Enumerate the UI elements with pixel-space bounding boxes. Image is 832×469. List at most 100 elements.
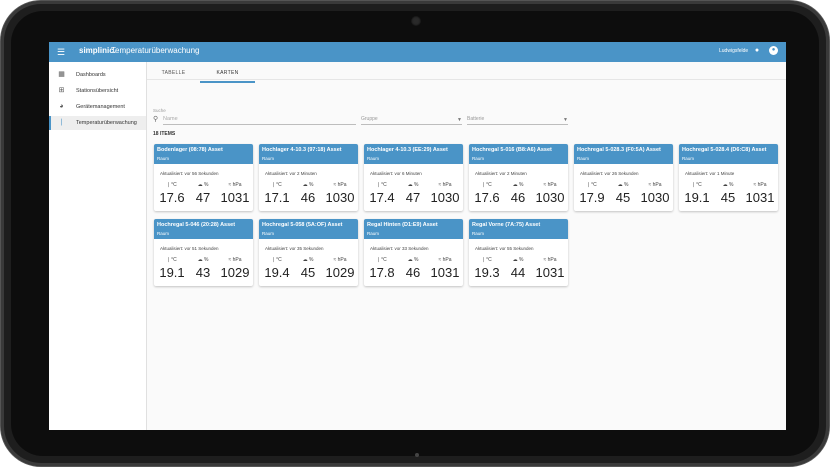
humidity-value: 45 <box>615 190 631 205</box>
pressure-value: 1030 <box>535 190 565 205</box>
humidity-value: 45 <box>720 190 736 205</box>
pressure-metric: ≈ hPa 1031 <box>535 256 565 282</box>
last-updated: Aktualisiert: vor 1 Minute <box>685 171 735 176</box>
lock-icon[interactable]: ● <box>752 46 762 56</box>
thermometer-icon: ∣ °C <box>377 257 387 263</box>
humidity-value: 46 <box>510 190 526 205</box>
humidity-value: 47 <box>195 190 211 205</box>
humidity-metric: ☁ % 47 <box>188 181 218 207</box>
last-updated: Aktualisiert: vor 33 Sekunden <box>370 246 429 251</box>
humidity-value: 46 <box>300 190 316 205</box>
card-subtitle: Raum <box>577 156 590 161</box>
pressure-metric: ≈ hPa 1030 <box>640 181 670 207</box>
card-title: Hochregal 5-016 (B8:A6) Asset <box>472 147 552 153</box>
temperature-metric: ∣ °C 19.4 <box>262 256 292 282</box>
humidity-value: 47 <box>405 190 421 205</box>
temperature-metric: ∣ °C 17.4 <box>367 181 397 207</box>
sidebar-item-label: Gerätemanagement <box>76 104 125 110</box>
sidebar-item-dashboards[interactable]: ▦ Dashboards <box>49 68 146 82</box>
humidity-icon: ☁ % <box>197 257 209 263</box>
last-updated: Aktualisiert: vor 2 Minuten <box>265 171 317 176</box>
humidity-metric: ☁ % 47 <box>398 181 428 207</box>
sensor-card[interactable]: Hochregal 5-016 (B8:A6) Asset Raum Aktuali… <box>469 144 568 211</box>
last-updated: Aktualisiert: vor 26 Sekunden <box>580 171 639 176</box>
temperature-value: 17.6 <box>159 190 185 205</box>
temp-unit: °C <box>381 182 387 188</box>
account-icon[interactable]: ● <box>769 46 778 55</box>
pressure-unit: hPa <box>337 182 347 188</box>
sidebar-item-temperature[interactable]: ∣ Temperaturüberwachung <box>49 116 146 130</box>
humidity-icon: ☁ % <box>302 182 314 188</box>
sensor-card[interactable]: Regal Vorne (7A:75) Asset Raum Aktualisier… <box>469 219 568 286</box>
humidity-unit: % <box>518 182 524 188</box>
temp-unit: °C <box>381 257 387 263</box>
pressure-value: 1031 <box>745 190 775 205</box>
temp-unit: °C <box>171 257 177 263</box>
humidity-icon: ☁ % <box>407 257 419 263</box>
search-input[interactable]: Name <box>163 116 356 125</box>
temperature-metric: ∣ °C 17.9 <box>577 181 607 207</box>
temperature-metric: ∣ °C 19.3 <box>472 256 502 282</box>
temp-unit: °C <box>276 182 282 188</box>
pressure-metric: ≈ hPa 1029 <box>325 256 355 282</box>
humidity-metric: ☁ % 45 <box>608 181 638 207</box>
temperature-value: 19.3 <box>474 265 500 280</box>
pressure-unit: hPa <box>337 257 347 263</box>
humidity-unit: % <box>623 182 629 188</box>
humidity-value: 44 <box>510 265 526 280</box>
pressure-metric: ≈ hPa 1031 <box>745 181 775 207</box>
sensor-card[interactable]: Hochlager 4-10.3 (EE:29) Asset Raum Aktual… <box>364 144 463 211</box>
humidity-value: 46 <box>405 265 421 280</box>
pressure-metric: ≈ hPa 1030 <box>325 181 355 207</box>
humidity-metric: ☁ % 46 <box>503 181 533 207</box>
temperature-value: 19.4 <box>264 265 290 280</box>
sensor-card[interactable]: Hochregal 5-046 (20:28) Asset Raum Aktuali… <box>154 219 253 286</box>
station-icon: ⊞ <box>58 87 65 94</box>
sensor-card[interactable]: Regal Hinten (D1:E9) Asset Raum Aktualisie… <box>364 219 463 286</box>
pressure-unit: hPa <box>547 257 557 263</box>
temperature-metric: ∣ °C 19.1 <box>157 256 187 282</box>
last-updated: Aktualisiert: vor 55 Sekunden <box>475 246 534 251</box>
tab-divider <box>147 79 786 80</box>
group-select[interactable]: Gruppe ▼ <box>361 116 462 125</box>
humidity-icon: ☁ % <box>722 182 734 188</box>
last-updated: Aktualisiert: vor 51 Sekunden <box>160 246 219 251</box>
card-subtitle: Raum <box>157 231 170 236</box>
card-subtitle: Raum <box>157 156 170 161</box>
humidity-icon: ☁ % <box>302 257 314 263</box>
temp-unit: °C <box>276 257 282 263</box>
battery-select[interactable]: Batterie ▼ <box>467 116 568 125</box>
card-subtitle: Raum <box>472 156 485 161</box>
pressure-metric: ≈ hPa 1031 <box>430 256 460 282</box>
humidity-icon: ☁ % <box>512 257 524 263</box>
sensor-card[interactable]: Hochregal 5-058 (5A:OF) Asset Raum Aktuali… <box>259 219 358 286</box>
humidity-unit: % <box>413 257 419 263</box>
sensor-card[interactable]: Hochregal 5-028.4 (D6:C8) Asset Raum Aktua… <box>679 144 778 211</box>
temperature-value: 19.1 <box>684 190 710 205</box>
card-title: Hochregal 5-058 (5A:OF) Asset <box>262 222 343 228</box>
sidebar-item-stations[interactable]: ⊞ Stationsübersicht <box>49 84 146 98</box>
menu-icon[interactable]: ☰ <box>57 47 66 57</box>
pressure-icon: ≈ hPa <box>753 182 767 188</box>
pressure-unit: hPa <box>232 182 242 188</box>
search-placeholder: Name <box>163 116 178 122</box>
card-title: Hochlager 4-10.3 (97:18) Asset <box>262 147 342 153</box>
tab-karten[interactable]: KARTEN <box>200 66 255 83</box>
sensor-card[interactable]: Hochregal 5-028.3 (F0:5A) Asset Raum Aktua… <box>574 144 673 211</box>
humidity-unit: % <box>413 182 419 188</box>
sidebar-item-devices[interactable]: ◕ Gerätemanagement <box>49 100 146 114</box>
card-subtitle: Raum <box>367 231 380 236</box>
humidity-metric: ☁ % 46 <box>398 256 428 282</box>
sensor-card[interactable]: Bodenlager (08:78) Asset Raum Aktualisiert… <box>154 144 253 211</box>
temperature-value: 17.8 <box>369 265 395 280</box>
pressure-value: 1031 <box>220 190 250 205</box>
humidity-unit: % <box>518 257 524 263</box>
sensor-card[interactable]: Hochlager 4-10.3 (97:18) Asset Raum Aktual… <box>259 144 358 211</box>
temperature-value: 17.6 <box>474 190 500 205</box>
humidity-unit: % <box>728 182 734 188</box>
pressure-unit: hPa <box>442 257 452 263</box>
temperature-metric: ∣ °C 17.8 <box>367 256 397 282</box>
last-updated: Aktualisiert: vor 56 Sekunden <box>160 171 219 176</box>
tab-tabelle[interactable]: TABELLE <box>155 66 192 83</box>
humidity-metric: ☁ % 45 <box>713 181 743 207</box>
